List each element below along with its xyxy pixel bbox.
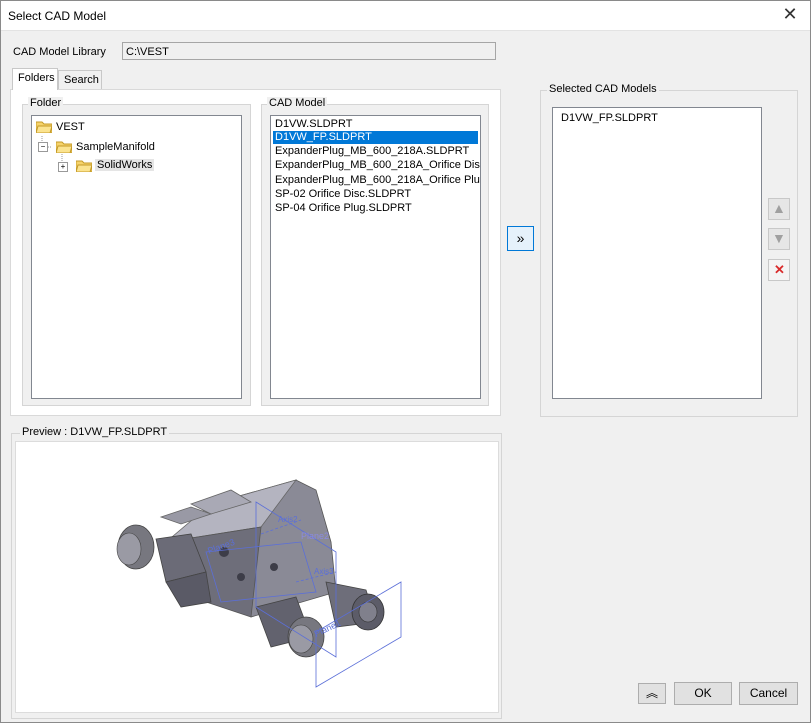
list-item[interactable]: ExpanderPlug_MB_600_218A.SLDPRT <box>273 145 471 158</box>
library-label: CAD Model Library <box>13 46 106 58</box>
preview-viewport[interactable]: Axis2 Plane3 Axis3 Plane1 Plane2 <box>15 441 499 713</box>
tree-node-vest[interactable]: VEST <box>56 121 85 133</box>
window-title: Select CAD Model <box>8 9 107 23</box>
preview-title: Preview : D1VW_FP.SLDPRT <box>20 426 170 438</box>
folder-open-icon <box>56 141 72 153</box>
delete-icon: ✕ <box>774 262 785 277</box>
axis-label: Axis3 <box>314 567 334 576</box>
plane-label: Plane2 <box>301 531 329 541</box>
list-item[interactable]: D1VW.SLDPRT <box>273 118 354 131</box>
expand-toggle-icon[interactable]: + <box>58 162 68 172</box>
remove-button[interactable]: ✕ <box>768 259 790 281</box>
folder-open-icon <box>76 160 92 172</box>
cad-model-list[interactable]: D1VW.SLDPRT D1VW_FP.SLDPRT ExpanderPlug_… <box>270 115 481 399</box>
tab-folders[interactable]: Folders <box>12 68 58 90</box>
list-item[interactable]: D1VW_FP.SLDPRT <box>559 112 660 125</box>
tree-node-samplemanifold[interactable]: SampleManifold <box>76 141 155 153</box>
tree-node-solidworks[interactable]: SolidWorks <box>95 159 155 171</box>
list-item[interactable]: SP-04 Orifice Plug.SLDPRT <box>273 202 414 215</box>
collapse-button[interactable]: ︽ <box>638 683 666 704</box>
ok-button[interactable]: OK <box>674 682 732 705</box>
collapse-toggle-icon[interactable]: − <box>38 142 48 152</box>
title-bar <box>0 0 811 31</box>
move-down-button[interactable]: ▼ <box>768 228 790 250</box>
arrow-down-icon: ▼ <box>772 230 786 246</box>
axis-label: Axis2 <box>278 515 298 524</box>
move-up-button[interactable]: ▲ <box>768 198 790 220</box>
list-item-selected[interactable]: D1VW_FP.SLDPRT <box>273 131 478 144</box>
close-icon[interactable]: ✕ <box>779 4 801 26</box>
library-path-field[interactable]: C:\VEST <box>122 42 496 60</box>
selected-models-list[interactable]: D1VW_FP.SLDPRT <box>552 107 762 399</box>
arrow-up-icon: ▲ <box>772 200 786 216</box>
list-item[interactable]: ExpanderPlug_MB_600_218A_Orifice Plug <box>273 174 480 187</box>
folder-tree[interactable]: VEST − SampleManifold + SolidWorks <box>31 115 242 399</box>
list-item[interactable]: ExpanderPlug_MB_600_218A_Orifice Disc <box>273 159 480 172</box>
cad-model-render: Axis2 Plane3 Axis3 Plane1 Plane2 <box>116 479 402 688</box>
cad-model-group-title: CAD Model <box>267 97 328 109</box>
tab-search[interactable]: Search <box>58 70 102 89</box>
selected-models-group-title: Selected CAD Models <box>547 83 659 95</box>
folder-group-title: Folder <box>28 97 64 109</box>
list-item[interactable]: SP-02 Orifice Disc.SLDPRT <box>273 188 413 201</box>
folder-open-icon <box>36 121 52 133</box>
cancel-button[interactable]: Cancel <box>739 682 798 705</box>
add-to-selection-button[interactable]: » <box>507 226 534 251</box>
